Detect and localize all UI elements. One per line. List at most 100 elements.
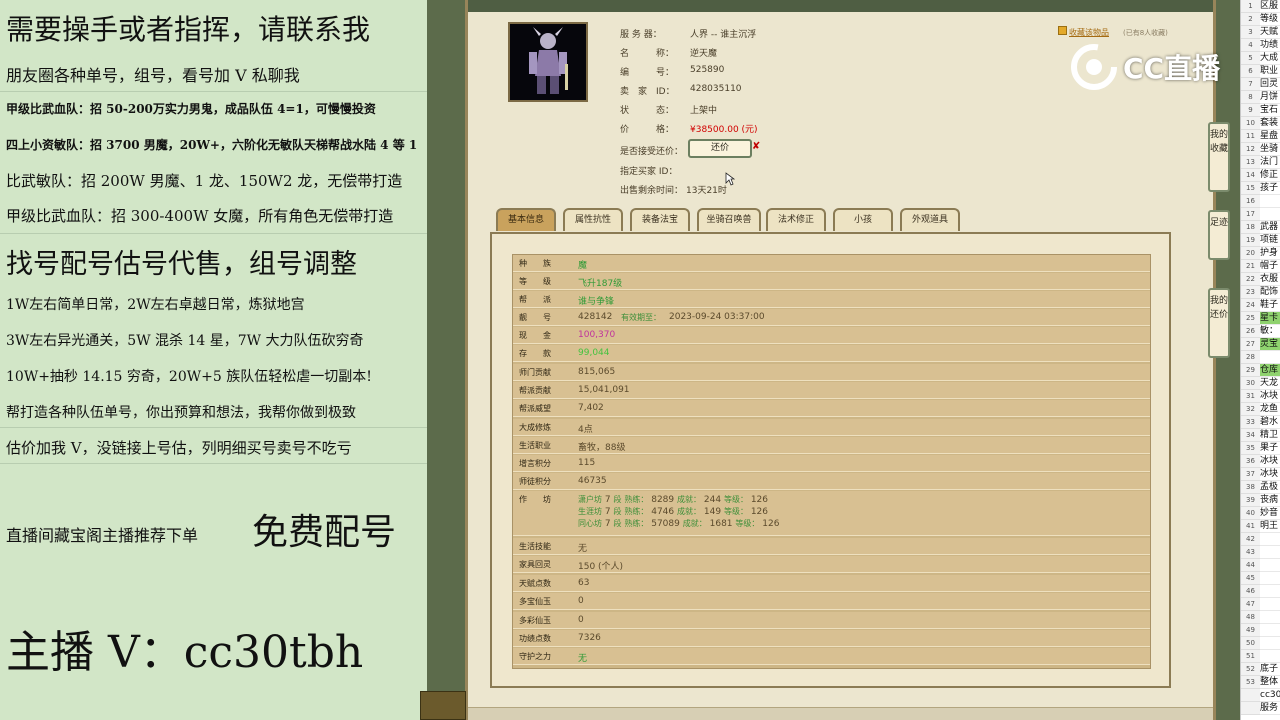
- sheet-row-number[interactable]: 29: [1241, 364, 1260, 377]
- sheet-cell[interactable]: 底子: [1260, 663, 1280, 676]
- sheet-row-number[interactable]: 51: [1241, 650, 1260, 663]
- sheet-cell[interactable]: [1260, 195, 1280, 208]
- sheet-cell[interactable]: [1260, 559, 1280, 572]
- sheet-row-number[interactable]: 52: [1241, 663, 1260, 676]
- sheet-row-number[interactable]: 31: [1241, 390, 1260, 403]
- sheet-cell[interactable]: 明王: [1260, 520, 1280, 533]
- sheet-row-number[interactable]: 1: [1241, 0, 1260, 13]
- sheet-cell[interactable]: 整体: [1260, 676, 1280, 689]
- sheet-row-number[interactable]: 27: [1241, 338, 1260, 351]
- sheet-cell[interactable]: 果子: [1260, 442, 1280, 455]
- sheet-cell[interactable]: 妙音: [1260, 507, 1280, 520]
- sheet-cell[interactable]: [1260, 351, 1280, 364]
- sheet-cell[interactable]: 项链: [1260, 234, 1280, 247]
- tab-appearance[interactable]: 外观道具: [900, 208, 960, 231]
- sheet-row-number[interactable]: 32: [1241, 403, 1260, 416]
- sheet-cell[interactable]: 大成: [1260, 52, 1280, 65]
- sheet-cell[interactable]: 坐骑: [1260, 143, 1280, 156]
- sheet-row-number[interactable]: 3: [1241, 26, 1260, 39]
- sheet-cell[interactable]: 孟极: [1260, 481, 1280, 494]
- sheet-row-number[interactable]: 37: [1241, 468, 1260, 481]
- counter-offer-button[interactable]: 还价: [688, 139, 752, 158]
- sheet-cell[interactable]: 鞋子: [1260, 299, 1280, 312]
- sheet-row-number[interactable]: 11: [1241, 130, 1260, 143]
- sheet-row-number[interactable]: 42: [1241, 533, 1260, 546]
- sheet-row-number[interactable]: 41: [1241, 520, 1260, 533]
- sheet-row-number[interactable]: 24: [1241, 299, 1260, 312]
- sheet-cell[interactable]: 法门: [1260, 156, 1280, 169]
- sheet-cell[interactable]: 职业: [1260, 65, 1280, 78]
- sheet-row-number[interactable]: 30: [1241, 377, 1260, 390]
- tab-attributes[interactable]: 属性抗性: [563, 208, 623, 231]
- sheet-row-number[interactable]: 34: [1241, 429, 1260, 442]
- my-counter-offers-button[interactable]: 我的还价: [1208, 288, 1230, 358]
- sheet-cell[interactable]: 套装: [1260, 117, 1280, 130]
- sheet-cell[interactable]: 孩子: [1260, 182, 1280, 195]
- footprint-button[interactable]: 足迹: [1208, 210, 1230, 260]
- sheet-row-number[interactable]: 36: [1241, 455, 1260, 468]
- sheet-cell[interactable]: [1260, 533, 1280, 546]
- sheet-row-number[interactable]: 44: [1241, 559, 1260, 572]
- sheet-row-number[interactable]: 18: [1241, 221, 1260, 234]
- close-icon[interactable]: ✘: [752, 141, 760, 152]
- sheet-cell[interactable]: 回灵: [1260, 78, 1280, 91]
- tab-spell-mods[interactable]: 法术修正: [766, 208, 826, 231]
- sheet-row-number[interactable]: 33: [1241, 416, 1260, 429]
- sheet-row-number[interactable]: 40: [1241, 507, 1260, 520]
- sheet-row-number[interactable]: 15: [1241, 182, 1260, 195]
- collect-item-link[interactable]: 收藏该物品: [1069, 27, 1109, 38]
- tab-basic-info[interactable]: 基本信息: [496, 208, 556, 231]
- sheet-cell[interactable]: cc30: [1260, 689, 1280, 702]
- sheet-cell[interactable]: 区服: [1260, 0, 1280, 13]
- sheet-cell[interactable]: 天龙: [1260, 377, 1280, 390]
- sheet-row-number[interactable]: 10: [1241, 117, 1260, 130]
- sheet-row-number[interactable]: 8: [1241, 91, 1260, 104]
- tab-child[interactable]: 小孩: [833, 208, 893, 231]
- sheet-cell[interactable]: 冰块: [1260, 468, 1280, 481]
- sheet-row-number[interactable]: 6: [1241, 65, 1260, 78]
- sheet-row-number[interactable]: 22: [1241, 273, 1260, 286]
- sheet-row-number[interactable]: 12: [1241, 143, 1260, 156]
- sheet-row-number[interactable]: 5: [1241, 52, 1260, 65]
- sheet-cell[interactable]: 月饼: [1260, 91, 1280, 104]
- sheet-cell[interactable]: [1260, 637, 1280, 650]
- sheet-row-number[interactable]: 19: [1241, 234, 1260, 247]
- sheet-row-number[interactable]: 50: [1241, 637, 1260, 650]
- sheet-row-number[interactable]: 28: [1241, 351, 1260, 364]
- sheet-cell[interactable]: 天赋: [1260, 26, 1280, 39]
- tab-mounts-pets[interactable]: 坐骑召唤兽: [697, 208, 761, 231]
- sheet-row-number[interactable]: 2: [1241, 13, 1260, 26]
- sheet-cell[interactable]: [1260, 598, 1280, 611]
- sheet-row-number[interactable]: 16: [1241, 195, 1260, 208]
- sheet-cell[interactable]: 精卫: [1260, 429, 1280, 442]
- tab-equipment[interactable]: 装备法宝: [630, 208, 690, 231]
- sheet-row-number[interactable]: 45: [1241, 572, 1260, 585]
- sheet-cell[interactable]: 宝石: [1260, 104, 1280, 117]
- sheet-cell[interactable]: 龙鱼: [1260, 403, 1280, 416]
- sheet-row-number[interactable]: 35: [1241, 442, 1260, 455]
- sheet-row-number[interactable]: 43: [1241, 546, 1260, 559]
- sheet-cell[interactable]: 修正: [1260, 169, 1280, 182]
- sheet-row-number[interactable]: 39: [1241, 494, 1260, 507]
- sheet-cell[interactable]: 敏：: [1260, 325, 1280, 338]
- sheet-cell[interactable]: 碧水: [1260, 416, 1280, 429]
- sheet-cell[interactable]: 冰块: [1260, 390, 1280, 403]
- sheet-row-number[interactable]: 48: [1241, 611, 1260, 624]
- sheet-cell[interactable]: 功绩: [1260, 39, 1280, 52]
- sheet-cell[interactable]: [1260, 208, 1280, 221]
- sheet-cell[interactable]: 冰块: [1260, 455, 1280, 468]
- sheet-row-number[interactable]: 14: [1241, 169, 1260, 182]
- sheet-cell[interactable]: 帽子: [1260, 260, 1280, 273]
- sheet-cell[interactable]: 灵宝: [1260, 338, 1280, 351]
- sheet-cell[interactable]: 护身: [1260, 247, 1280, 260]
- sheet-row-number[interactable]: 20: [1241, 247, 1260, 260]
- sheet-row-number[interactable]: 13: [1241, 156, 1260, 169]
- sheet-row-number[interactable]: 25: [1241, 312, 1260, 325]
- sheet-row-number[interactable]: 9: [1241, 104, 1260, 117]
- sheet-row-number[interactable]: 47: [1241, 598, 1260, 611]
- sheet-row-number[interactable]: 53: [1241, 676, 1260, 689]
- sheet-cell[interactable]: 服务: [1260, 702, 1280, 715]
- sheet-cell[interactable]: [1260, 611, 1280, 624]
- sheet-row-number[interactable]: [1241, 702, 1260, 715]
- sheet-cell[interactable]: 衣服: [1260, 273, 1280, 286]
